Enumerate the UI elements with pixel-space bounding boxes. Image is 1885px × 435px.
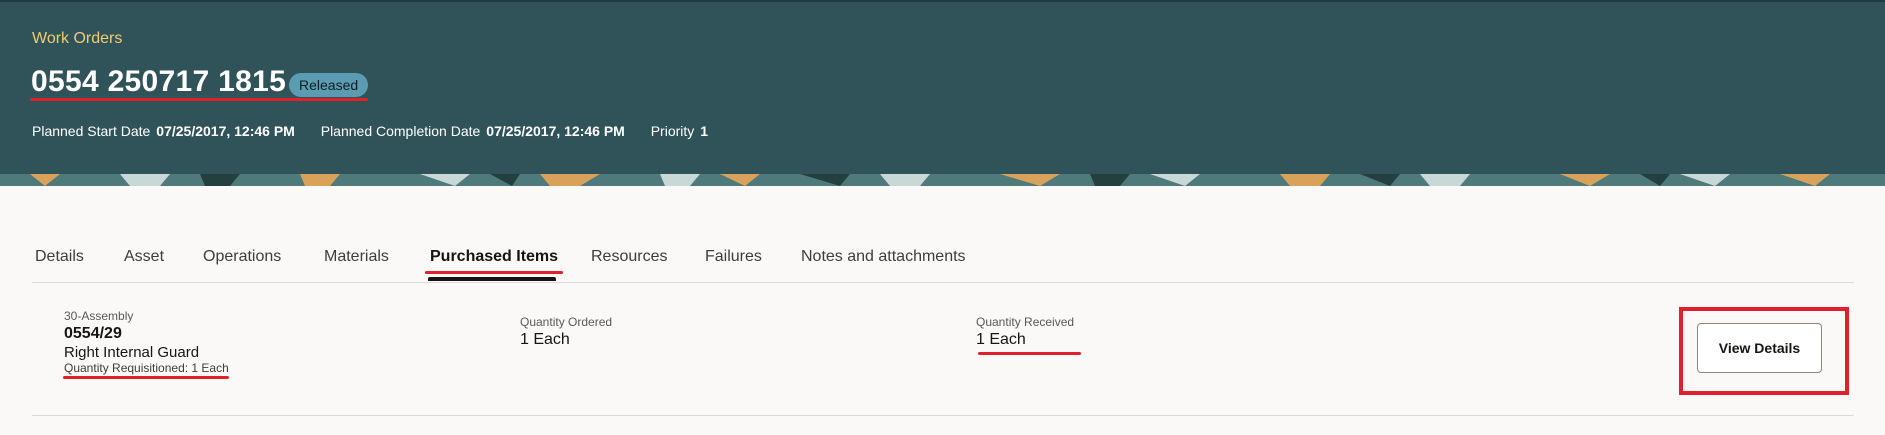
tab-materials[interactable]: Materials <box>324 248 389 266</box>
view-details-button[interactable]: View Details <box>1697 323 1822 373</box>
priority-value: 1 <box>700 123 709 139</box>
quantity-requisitioned: Quantity Requisitioned: 1 Each <box>64 361 229 375</box>
breadcrumb-work-orders[interactable]: Work Orders <box>32 30 122 48</box>
planned-completion: Planned Completion Date 07/25/2017, 12:46… <box>321 123 625 139</box>
status-badge: Released <box>289 73 369 97</box>
page-title: 0554 250717 1815 <box>31 65 287 98</box>
planned-completion-value: 07/25/2017, 12:46 PM <box>486 123 625 139</box>
tab-resources[interactable]: Resources <box>591 248 667 266</box>
active-tab-indicator <box>428 277 556 281</box>
quantity-ordered-value: 1 Each <box>520 331 570 348</box>
planned-start-value: 07/25/2017, 12:46 PM <box>156 123 295 139</box>
annotation-underline-received <box>978 352 1081 355</box>
item-number: 0554/29 <box>64 325 122 342</box>
tab-failures[interactable]: Failures <box>705 248 762 266</box>
priority-label: Priority <box>650 123 695 139</box>
quantity-received-value: 1 Each <box>976 331 1026 348</box>
tab-details[interactable]: Details <box>35 248 84 266</box>
header-decorative-pattern <box>0 174 1885 186</box>
tab-purchased-items[interactable]: Purchased Items <box>430 248 558 266</box>
tab-asset[interactable]: Asset <box>124 248 164 266</box>
annotation-underline-tab <box>425 271 563 274</box>
item-description: Right Internal Guard <box>64 344 200 361</box>
tab-operations[interactable]: Operations <box>203 248 281 266</box>
tabs-divider <box>32 282 1854 283</box>
quantity-ordered-label: Quantity Ordered <box>520 315 613 329</box>
row-divider <box>32 415 1854 416</box>
tab-bar: Details Asset Operations Materials Purch… <box>0 240 1885 282</box>
priority: Priority 1 <box>651 123 708 139</box>
annotation-underline-title <box>30 98 368 101</box>
page-header: Work Orders 0554 250717 1815 Released Pl… <box>0 0 1885 186</box>
planned-start: Planned Start Date 07/25/2017, 12:46 PM <box>32 123 295 139</box>
planned-completion-label: Planned Completion Date <box>320 123 481 139</box>
header-meta: Planned Start Date 07/25/2017, 12:46 PM P… <box>32 123 730 139</box>
annotation-underline-requisitioned <box>63 376 229 379</box>
quantity-received-label: Quantity Received <box>976 315 1075 329</box>
tab-notes-and-attachments[interactable]: Notes and attachments <box>801 248 966 266</box>
planned-start-label: Planned Start Date <box>32 123 151 139</box>
operation-label: 30-Assembly <box>64 309 134 323</box>
